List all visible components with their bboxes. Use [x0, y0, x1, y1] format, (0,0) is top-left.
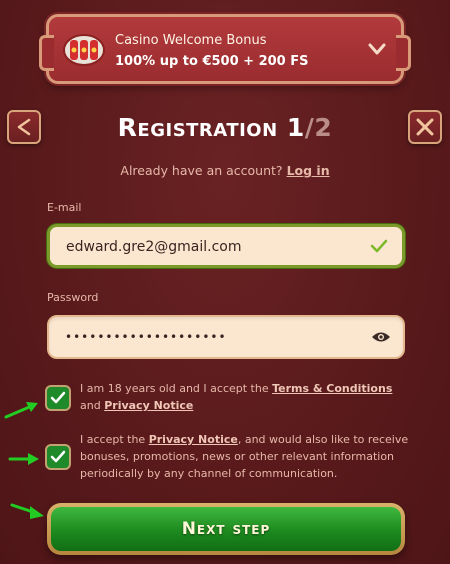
age-terms-consent-text: I am 18 years old and I accept the Terms… — [80, 380, 410, 414]
password-value: •••••••••••••••••••• — [65, 330, 227, 344]
close-button[interactable] — [408, 110, 442, 144]
chevron-down-icon[interactable] — [367, 39, 387, 59]
welcome-bonus-selector[interactable]: Casino Welcome Bonus 100% up to €500 + 2… — [39, 14, 411, 84]
pointer-arrow-icon — [10, 503, 44, 519]
title-text: Registration — [117, 113, 278, 142]
email-label: E-mail — [47, 201, 82, 214]
consent2-text-a: I accept the — [80, 433, 149, 446]
privacy-notice-link-2[interactable]: Privacy Notice — [149, 433, 238, 446]
next-step-button[interactable]: Next step — [47, 503, 405, 555]
consent1-text-b: and — [80, 399, 105, 412]
login-prompt-text: Already have an account? — [120, 163, 283, 178]
next-step-label: Next step — [51, 507, 401, 551]
registration-panel: Casino Welcome Bonus 100% up to €500 + 2… — [0, 0, 450, 564]
login-link[interactable]: Log in — [287, 163, 330, 178]
marketing-consent-checkbox[interactable] — [45, 444, 71, 470]
check-icon — [370, 239, 388, 253]
slot-machine-icon — [63, 34, 105, 66]
terms-link[interactable]: Terms & Conditions — [272, 382, 392, 395]
eye-icon[interactable] — [371, 330, 391, 344]
step-total: /2 — [304, 113, 333, 142]
bonus-title: Casino Welcome Bonus — [115, 33, 267, 48]
page-title: Registration 1/2 — [0, 113, 450, 142]
password-label: Password — [47, 291, 99, 304]
step-current: 1 — [286, 113, 305, 142]
marketing-consent-text: I accept the Privacy Notice, and would a… — [80, 431, 410, 482]
bonus-subtitle: 100% up to €500 + 200 FS — [115, 54, 309, 69]
pointer-arrow-icon — [4, 402, 38, 419]
age-terms-checkbox[interactable] — [45, 385, 71, 411]
checkmark-icon — [50, 450, 66, 463]
pointer-arrow-icon — [8, 453, 39, 465]
email-field[interactable]: edward.gre2@gmail.com — [47, 224, 405, 268]
password-field[interactable]: •••••••••••••••••••• — [47, 315, 405, 359]
login-prompt: Already have an account? Log in — [0, 163, 450, 178]
privacy-notice-link[interactable]: Privacy Notice — [104, 399, 193, 412]
email-value: edward.gre2@gmail.com — [66, 239, 242, 255]
close-icon — [416, 118, 434, 136]
checkmark-icon — [50, 391, 66, 404]
consent1-text-a: I am 18 years old and I accept the — [80, 382, 273, 395]
